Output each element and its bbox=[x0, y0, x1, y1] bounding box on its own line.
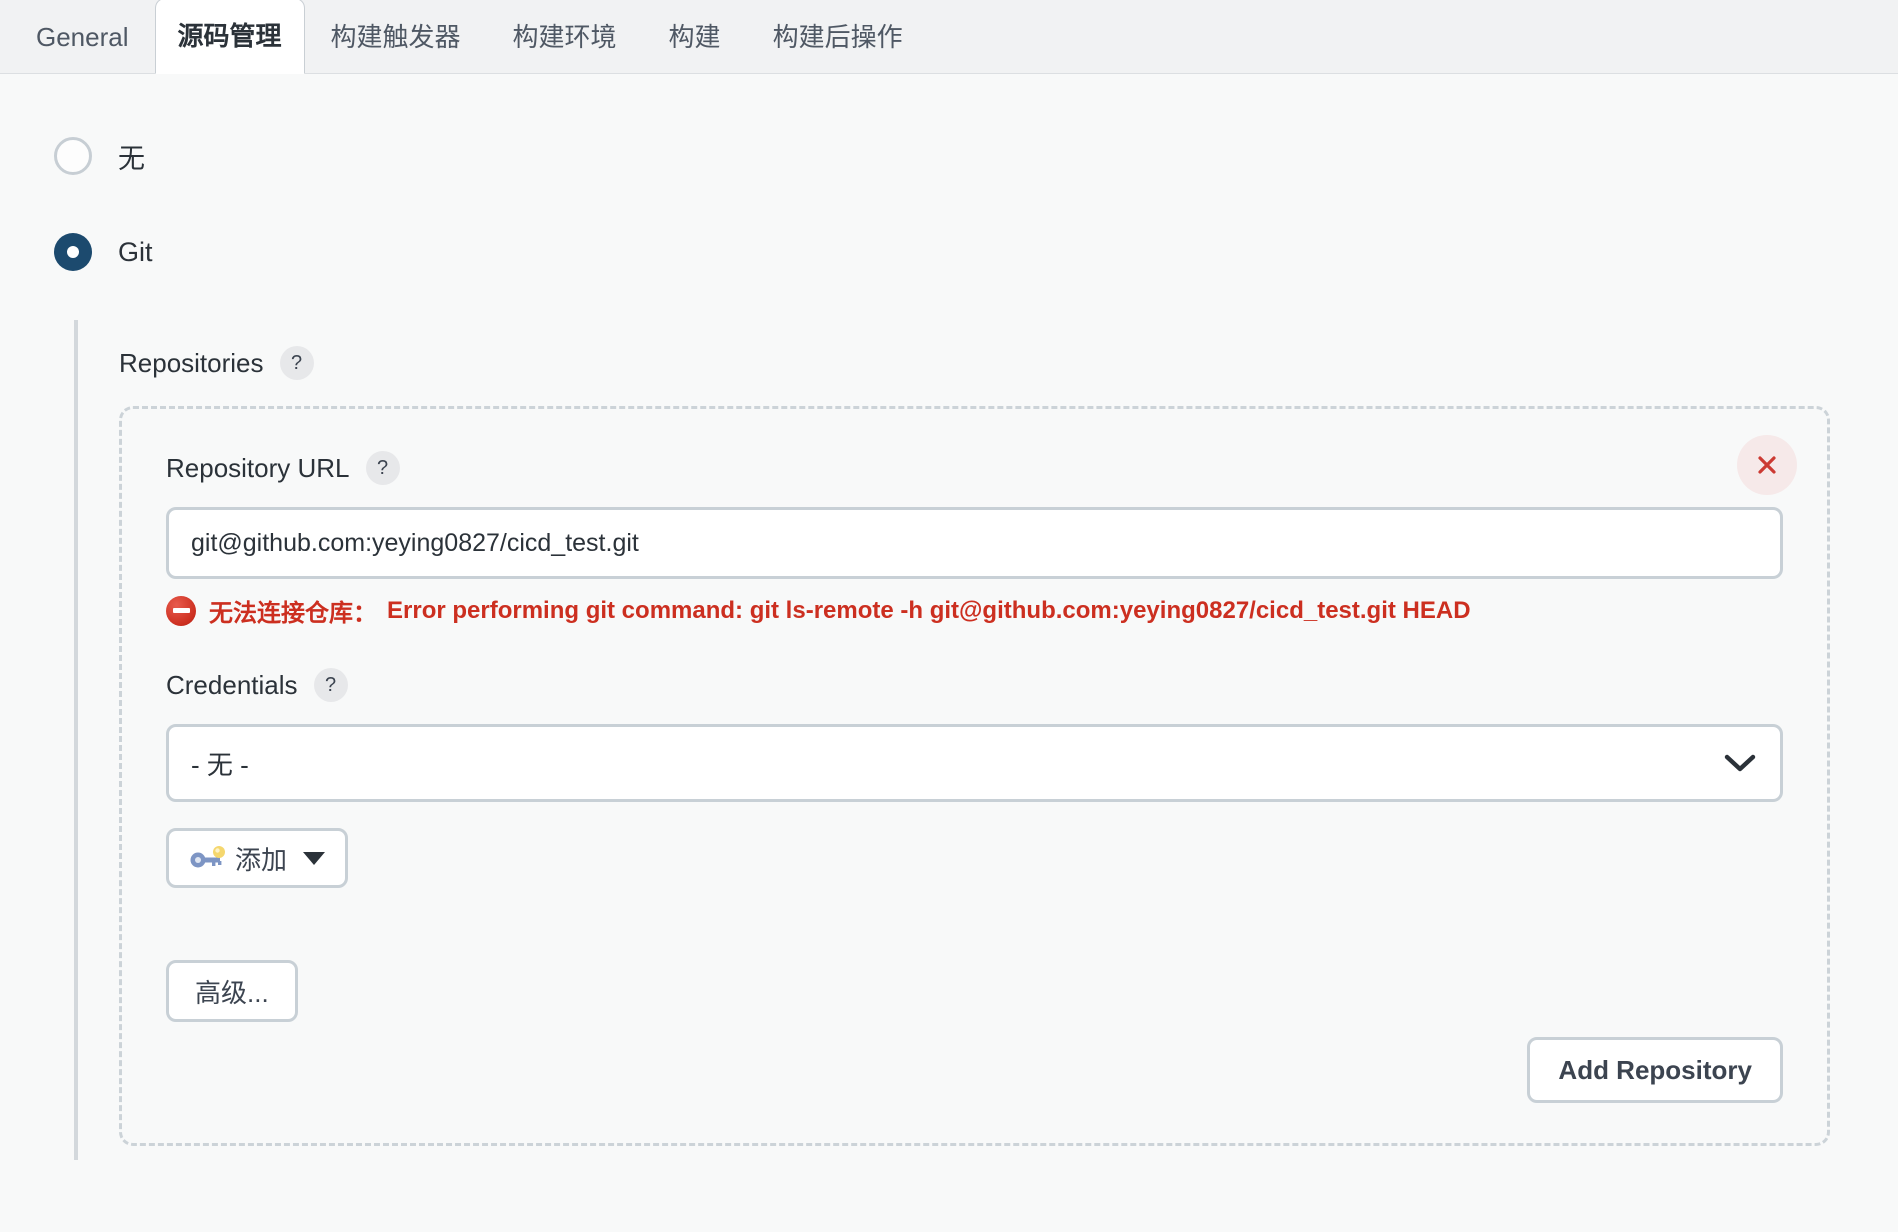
git-settings-section: Repositories ? Repository URL ? 无法连接仓库： … bbox=[74, 320, 1898, 1160]
radio-none-label: 无 bbox=[118, 143, 145, 174]
add-repository-button[interactable]: Add Repository bbox=[1527, 1037, 1783, 1103]
radio-none[interactable] bbox=[54, 137, 92, 175]
repositories-label: Repositories bbox=[119, 347, 264, 378]
repository-url-label-row: Repository URL ? bbox=[166, 451, 1783, 485]
repository-url-label: Repository URL bbox=[166, 452, 350, 483]
error-icon bbox=[166, 595, 196, 626]
help-icon-credentials[interactable]: ? bbox=[313, 668, 348, 702]
radio-git-label: Git bbox=[118, 236, 153, 267]
tab-post-build-actions[interactable]: 构建后操作 bbox=[747, 0, 929, 74]
tab-source-code-management[interactable]: 源码管理 bbox=[154, 0, 305, 74]
tab-build-triggers[interactable]: 构建触发器 bbox=[305, 0, 487, 74]
delete-repository-button[interactable] bbox=[1737, 435, 1797, 495]
repository-url-input[interactable] bbox=[166, 507, 1783, 579]
tab-build-environment[interactable]: 构建环境 bbox=[487, 0, 643, 74]
close-icon bbox=[1758, 456, 1776, 474]
credentials-label-row: Credentials ? bbox=[166, 668, 1783, 702]
tab-general[interactable]: General bbox=[10, 0, 155, 74]
tab-build[interactable]: 构建 bbox=[643, 0, 747, 74]
caret-down-icon bbox=[303, 851, 326, 865]
error-message: Error performing git command: git ls-rem… bbox=[387, 596, 1471, 624]
help-icon-repositories[interactable]: ? bbox=[279, 346, 314, 380]
radio-git[interactable] bbox=[54, 233, 92, 271]
scm-config-panel: 无 Git Repositories ? Repository URL ? gi… bbox=[0, 74, 1898, 1232]
tab-bar: General 源码管理 构建触发器 构建环境 构建 构建后操作 bbox=[0, 0, 1898, 74]
add-credentials-label: 添加 bbox=[235, 844, 288, 875]
credentials-select[interactable]: - 无 - bbox=[166, 724, 1783, 802]
credentials-label: Credentials bbox=[166, 669, 298, 700]
error-prefix: 无法连接仓库： bbox=[209, 600, 377, 627]
repositories-label-row: Repositories ? bbox=[119, 346, 1898, 380]
credentials-select-wrap: - 无 - bbox=[166, 724, 1783, 802]
add-credentials-button[interactable]: 添加 bbox=[166, 828, 349, 888]
repository-url-error: 无法连接仓库： Error performing git command: gi… bbox=[166, 593, 1783, 628]
scm-option-none[interactable]: 无 bbox=[0, 128, 1898, 184]
key-icon bbox=[190, 846, 225, 868]
scm-option-git[interactable]: Git bbox=[0, 224, 1898, 280]
help-icon-repository-url[interactable]: ? bbox=[365, 451, 400, 485]
repository-block: Repository URL ? 无法连接仓库： Error performin… bbox=[119, 406, 1830, 1146]
advanced-button[interactable]: 高级... bbox=[166, 960, 298, 1022]
